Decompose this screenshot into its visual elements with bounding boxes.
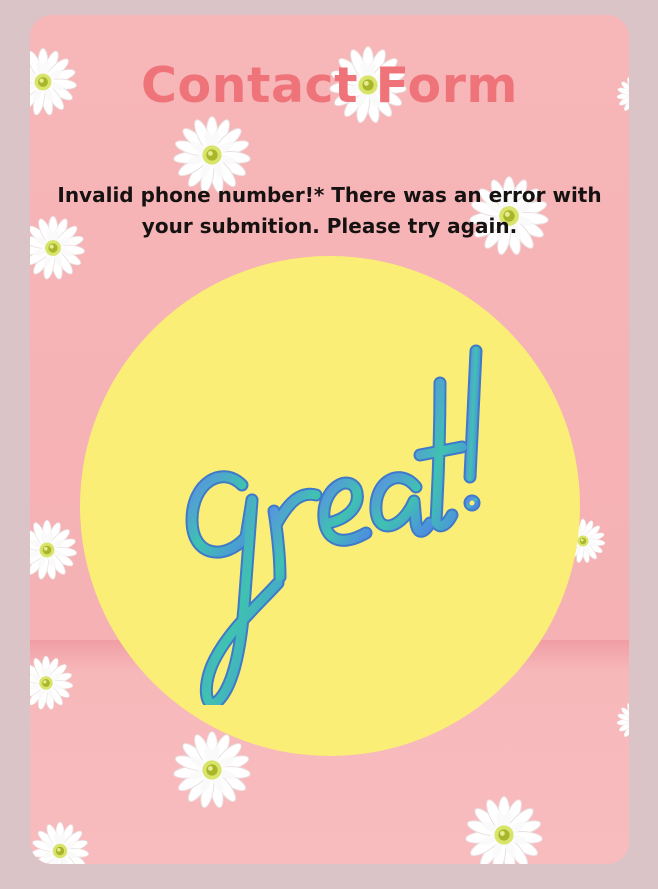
daisy-flower-icon xyxy=(30,645,74,721)
daisy-flower-icon xyxy=(30,821,90,864)
great-lettering-icon xyxy=(185,344,483,705)
error-message: Invalid phone number!* There was an erro… xyxy=(57,183,602,238)
page-title: Contact Form xyxy=(141,57,518,114)
daisy-flower-icon xyxy=(172,730,252,810)
daisy-flower-icon xyxy=(30,511,78,589)
contact-form-card: Contact Form Invalid phone number!* Ther… xyxy=(30,15,629,864)
daisy-flower-icon xyxy=(464,795,544,864)
daisy-flower-icon xyxy=(616,695,629,747)
